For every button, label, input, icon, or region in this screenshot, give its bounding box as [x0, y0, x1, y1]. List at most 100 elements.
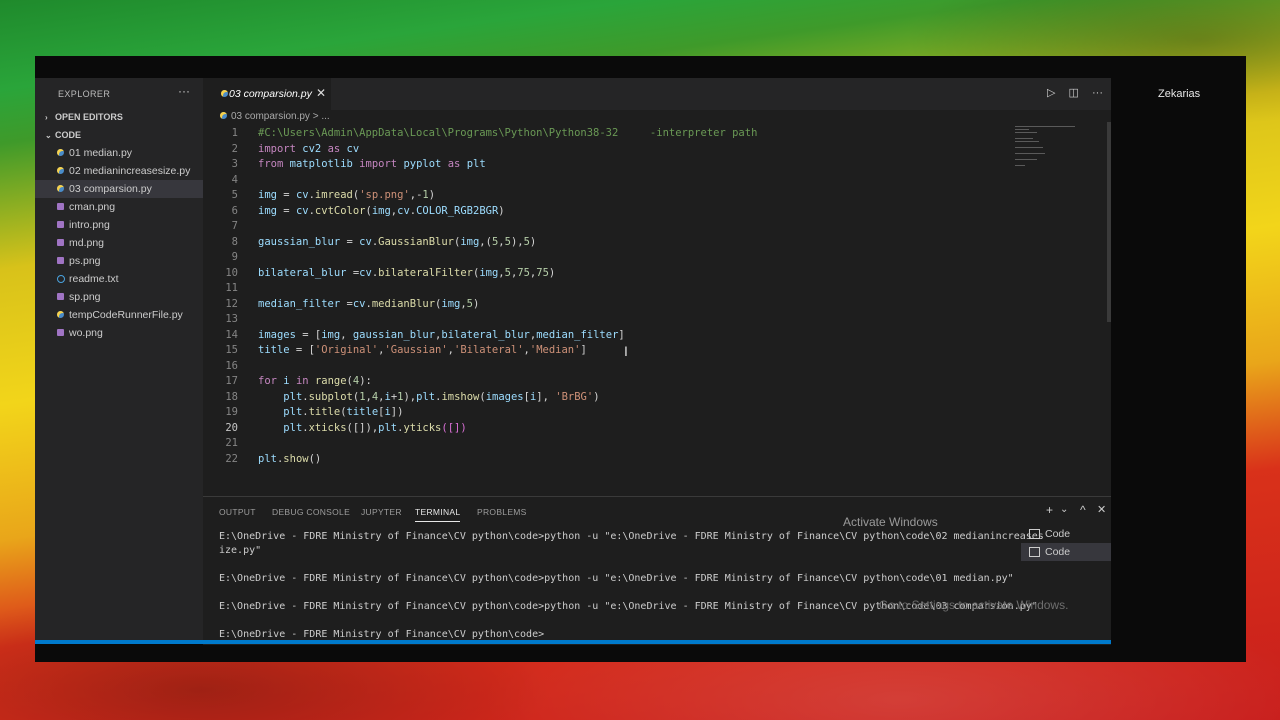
- terminal-list-label: Code: [1045, 546, 1071, 558]
- file-item[interactable]: cman.png: [35, 198, 203, 216]
- file-name: 03 comparsion.py: [69, 183, 152, 195]
- python-file-icon: [57, 149, 64, 156]
- minimap[interactable]: [1015, 126, 1085, 166]
- text-cursor-icon: I: [624, 343, 628, 359]
- line-number: 21: [225, 437, 238, 449]
- code-folder-section[interactable]: ⌄ CODE: [45, 130, 81, 140]
- line-number: 14: [225, 328, 238, 341]
- file-item[interactable]: sp.png: [35, 288, 203, 306]
- file-name: cman.png: [69, 201, 116, 213]
- panel-tab-terminal[interactable]: TERMINAL: [415, 507, 461, 522]
- explorer-sidebar: EXPLORER ··· › OPEN EDITORS ⌄ CODE 01 medi…: [35, 78, 203, 644]
- activate-windows-title: Activate Windows: [843, 515, 938, 529]
- line-number: 11: [225, 282, 238, 294]
- file-name: intro.png: [69, 219, 110, 231]
- close-panel-icon[interactable]: ✕: [1097, 503, 1106, 516]
- split-editor-icon[interactable]: ◫: [1069, 87, 1079, 99]
- line-number: 10: [225, 266, 238, 279]
- breadcrumb-label: 03 comparsion.py > ...: [231, 111, 330, 122]
- info-file-icon: [57, 275, 65, 283]
- line-number: 17: [225, 375, 238, 387]
- line-number: 13: [225, 313, 238, 325]
- screen-frame-right: [1111, 56, 1246, 662]
- line-number: 16: [225, 359, 238, 372]
- breadcrumb[interactable]: 03 comparsion.py > ...: [220, 111, 330, 122]
- vertical-scrollbar[interactable]: [1107, 122, 1111, 322]
- file-name: wo.png: [69, 327, 103, 339]
- python-file-icon: [57, 311, 64, 318]
- panel-tab-problems[interactable]: PROBLEMS: [477, 507, 527, 517]
- open-editors-section[interactable]: › OPEN EDITORS: [45, 112, 123, 122]
- python-file-icon: [57, 185, 64, 192]
- line-number: 18: [225, 390, 238, 403]
- image-file-icon: [57, 329, 64, 336]
- file-name: sp.png: [69, 291, 101, 303]
- terminal-icon: [1029, 529, 1040, 539]
- terminal-line: ize.py": [219, 545, 262, 556]
- maximize-panel-icon[interactable]: ^: [1080, 503, 1086, 517]
- explorer-title: EXPLORER: [58, 89, 111, 99]
- tab-label: 03 comparsion.py: [229, 88, 312, 100]
- file-item[interactable]: 01 median.py: [35, 144, 203, 162]
- file-item[interactable]: tempCodeRunnerFile.py: [35, 306, 203, 324]
- more-actions-icon[interactable]: ···: [1092, 87, 1103, 99]
- chevron-down-icon[interactable]: ⌄: [1060, 504, 1068, 515]
- file-item[interactable]: ps.png: [35, 252, 203, 270]
- status-bar-edge: [35, 640, 1111, 644]
- terminal-list-label: Code: [1045, 528, 1071, 540]
- terminal-prompt: E:\OneDrive - FDRE Ministry of Finance\C…: [219, 629, 545, 640]
- terminal-line: E:\OneDrive - FDRE Ministry of Finance\C…: [219, 573, 1014, 584]
- activate-windows-subtitle: Go to Settings to activate Windows.: [879, 598, 1069, 612]
- line-number: 2: [231, 142, 238, 155]
- chevron-right-icon: ›: [45, 113, 48, 122]
- terminal-list-item[interactable]: Code: [1021, 525, 1111, 543]
- image-file-icon: [57, 257, 64, 264]
- line-number: 8: [231, 235, 238, 248]
- screen-frame-top: [35, 56, 1246, 78]
- line-number: 19: [225, 406, 238, 418]
- editor-tabbar: 03 comparsion.py ✕ ▷ ◫ ···: [203, 78, 1111, 110]
- panel-tab-debug-console[interactable]: DEBUG CONSOLE: [272, 507, 350, 517]
- panel-tab-output[interactable]: OUTPUT: [219, 507, 256, 517]
- line-number: 20: [225, 421, 238, 434]
- open-editors-label: OPEN EDITORS: [55, 112, 123, 122]
- python-file-icon: [220, 112, 227, 119]
- editor-actions: ▷ ◫ ···: [1037, 86, 1103, 99]
- file-name: 01 median.py: [69, 147, 133, 159]
- python-file-icon: [221, 90, 228, 97]
- folder-label: CODE: [55, 130, 82, 140]
- line-number: 5: [231, 189, 238, 201]
- vscode-window: EXPLORER ··· › OPEN EDITORS ⌄ CODE 01 medi…: [35, 78, 1111, 645]
- panel-tab-jupyter[interactable]: JUPYTER: [361, 507, 402, 517]
- add-terminal-icon[interactable]: +: [1046, 503, 1053, 517]
- explorer-more-icon[interactable]: ···: [178, 84, 190, 98]
- file-name: md.png: [69, 237, 105, 249]
- line-number: 1: [231, 127, 238, 139]
- line-number: 3: [231, 158, 238, 170]
- file-item[interactable]: md.png: [35, 234, 203, 252]
- line-number: 15: [225, 344, 238, 356]
- file-item[interactable]: 03 comparsion.py: [35, 180, 203, 198]
- profile-name: Zekarias: [1158, 88, 1201, 100]
- image-file-icon: [57, 239, 64, 246]
- run-icon[interactable]: ▷: [1047, 87, 1055, 99]
- chevron-down-icon: ⌄: [45, 131, 52, 140]
- line-number: 6: [231, 204, 238, 217]
- bottom-panel: OUTPUT DEBUG CONSOLE JUPYTER TERMINAL PROBLE…: [203, 496, 1111, 645]
- tab-03-comparsion[interactable]: 03 comparsion.py ✕: [203, 78, 331, 110]
- image-file-icon: [57, 293, 64, 300]
- file-name: tempCodeRunnerFile.py: [69, 309, 183, 321]
- close-icon[interactable]: ✕: [316, 86, 326, 100]
- file-item[interactable]: intro.png: [35, 216, 203, 234]
- python-file-icon: [57, 167, 64, 174]
- line-number: 22: [225, 452, 238, 465]
- terminal-line: E:\OneDrive - FDRE Ministry of Finance\C…: [219, 531, 1044, 542]
- terminal-list-item-selected[interactable]: Code: [1021, 543, 1111, 561]
- file-name: ps.png: [69, 255, 101, 267]
- line-number: 7: [231, 220, 238, 232]
- file-item[interactable]: wo.png: [35, 324, 203, 342]
- line-number: 12: [225, 297, 238, 310]
- file-item[interactable]: readme.txt: [35, 270, 203, 288]
- file-item[interactable]: 02 medianincreasesize.py: [35, 162, 203, 180]
- file-name: readme.txt: [69, 273, 119, 285]
